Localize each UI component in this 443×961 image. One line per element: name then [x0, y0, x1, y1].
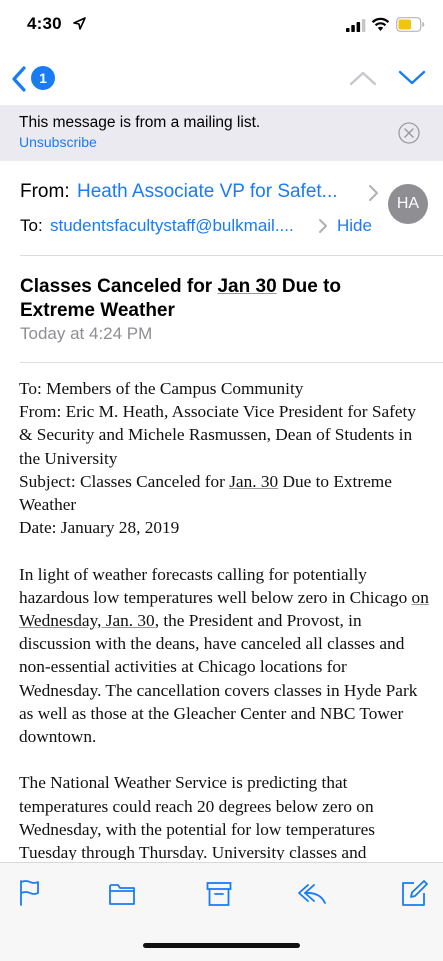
previous-message-icon[interactable]	[349, 70, 377, 86]
header-divider	[20, 255, 443, 256]
date-link[interactable]: Jan. 30	[229, 472, 278, 491]
subject-divider	[20, 362, 443, 363]
location-arrow-icon	[73, 17, 86, 30]
body-subject-line: Subject: Classes Canceled for Jan. 30 Du…	[19, 471, 392, 515]
from-label: From:	[20, 181, 70, 202]
mailing-list-message: This message is from a mailing list.	[19, 114, 261, 131]
status-time: 4:30	[27, 14, 62, 33]
message-subject: Classes Canceled for Jan 30 Due to Extre…	[20, 276, 342, 321]
reply-icon[interactable]	[296, 881, 328, 907]
battery-icon	[396, 17, 425, 32]
wifi-icon	[371, 17, 390, 31]
recipient-address[interactable]: studentsfacultystaff@bulkmail....	[50, 216, 294, 236]
unread-count-badge[interactable]: 1	[31, 66, 55, 90]
next-message-icon[interactable]	[398, 70, 426, 86]
close-icon[interactable]	[397, 121, 421, 145]
cellular-signal-icon	[346, 19, 366, 32]
sender-name[interactable]: Heath Associate VP for Safet...	[77, 181, 338, 203]
chevron-right-icon[interactable]	[318, 218, 328, 234]
message-body: To: Members of the Campus Community From…	[19, 377, 429, 860]
body-paragraph: In light of weather forecasts calling fo…	[19, 564, 429, 747]
body-to-line: To: Members of the Campus Community	[19, 379, 304, 398]
compose-icon[interactable]	[400, 879, 428, 907]
body-paragraph: The National Weather Service is predicti…	[19, 773, 375, 860]
home-indicator[interactable]	[143, 943, 300, 948]
flag-icon[interactable]	[18, 879, 40, 907]
sender-avatar[interactable]: HA	[388, 184, 428, 224]
back-chevron-icon[interactable]	[10, 65, 28, 93]
archive-icon[interactable]	[206, 881, 232, 907]
chevron-right-icon[interactable]	[368, 184, 379, 202]
hide-details-link[interactable]: Hide	[337, 216, 372, 236]
message-date: Today at 4:24 PM	[20, 324, 153, 343]
body-from-line: From: Eric M. Heath, Associate Vice Pres…	[19, 402, 416, 468]
unsubscribe-link[interactable]: Unsubscribe	[19, 134, 97, 150]
folder-icon[interactable]	[108, 881, 136, 907]
body-date-line: Date: January 28, 2019	[19, 518, 180, 538]
to-label: To:	[20, 216, 43, 235]
